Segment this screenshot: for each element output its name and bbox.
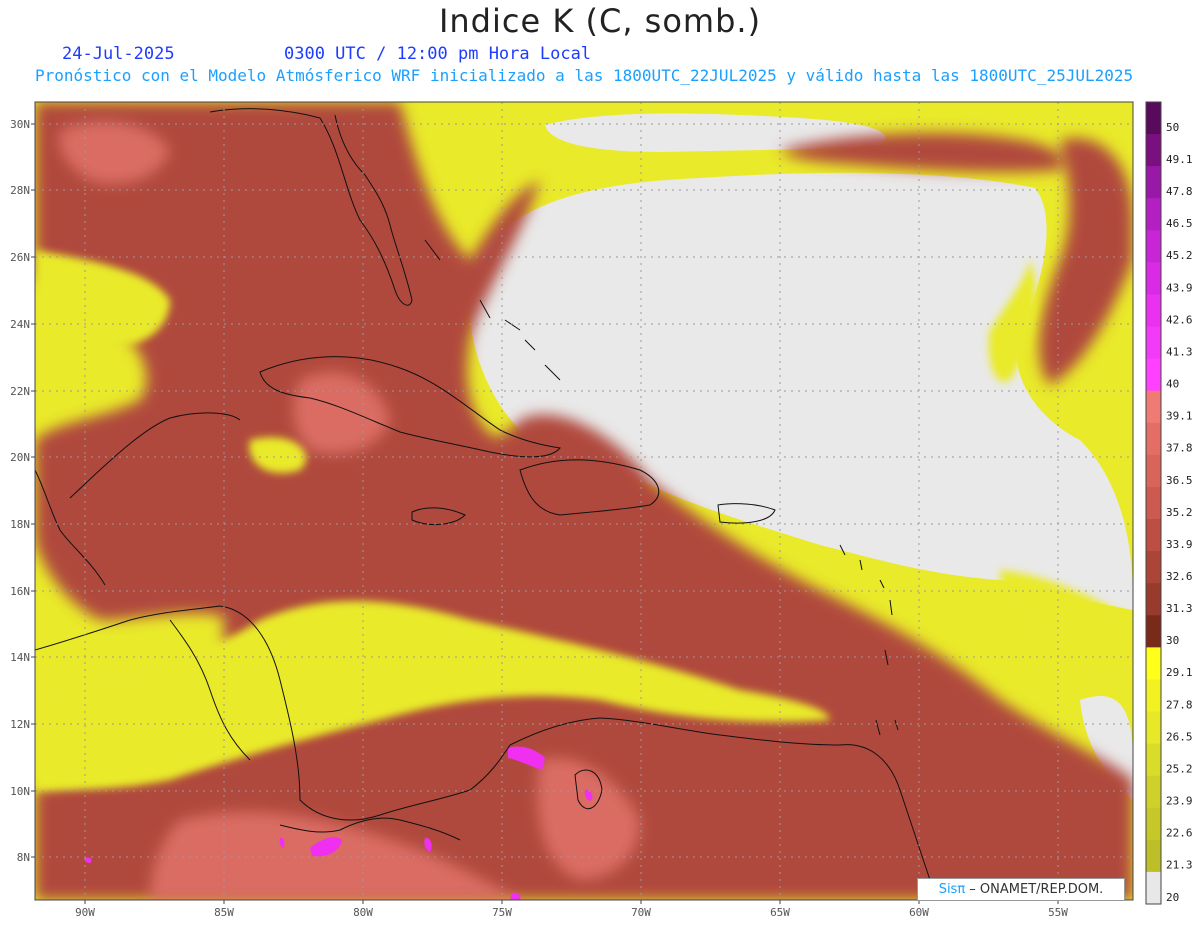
map-field [35, 102, 1133, 900]
colorbar-swatch [1146, 775, 1161, 809]
colorbar-swatch [1146, 230, 1161, 263]
colorbar-label: 42.6 [1166, 313, 1193, 326]
colorbar-label: 27.8 [1166, 698, 1193, 711]
colorbar-label: 40 [1166, 378, 1179, 391]
colorbar-label: 30 [1166, 634, 1179, 647]
colorbar-label: 31.3 [1166, 602, 1193, 615]
latitude-labels: 30N 28N 26N 24N 22N 20N 18N 16N 14N 12N 10N 8N [10, 118, 35, 864]
colorbar: 50 49.1 47.8 46.5 45.2 43.9 42.6 41.3 40 39.1 37.8… [1145, 101, 1193, 905]
colorbar-label: 47.8 [1166, 185, 1193, 198]
longitude-labels: 90W 85W 80W 75W 70W 65W 60W 55W [75, 900, 1068, 919]
lon-label: 90W [75, 906, 95, 919]
colorbar-swatch [1146, 551, 1161, 584]
colorbar-label: 35.2 [1166, 506, 1193, 519]
colorbar-swatch [1146, 422, 1161, 456]
credit-brand: Sisπ [938, 882, 966, 897]
colorbar-label: 49.1 [1166, 153, 1193, 166]
lat-label: 10N [10, 785, 30, 798]
colorbar-label: 50 [1166, 121, 1179, 134]
colorbar-label: 43.9 [1166, 281, 1193, 294]
colorbar-label: 37.8 [1166, 442, 1193, 455]
lon-label: 55W [1048, 906, 1068, 919]
colorbar-label: 26.5 [1166, 730, 1193, 743]
lat-label: 26N [10, 251, 30, 264]
credit-box: Sisπ – ONAMET/REP.DOM. [917, 878, 1125, 901]
colorbar-label: 20 [1166, 891, 1179, 904]
lon-label: 65W [770, 906, 790, 919]
colorbar-swatch [1146, 647, 1161, 680]
colorbar-swatch [1146, 198, 1161, 231]
colorbar-swatch [1146, 711, 1161, 745]
colorbar-swatch [1146, 166, 1161, 199]
colorbar-swatch [1146, 390, 1161, 424]
colorbar-label: 25.2 [1166, 762, 1193, 775]
colorbar-label: 33.9 [1166, 538, 1193, 551]
lat-label: 12N [10, 718, 30, 731]
colorbar-swatch [1146, 262, 1161, 295]
colorbar-swatch [1146, 839, 1161, 873]
colorbar-swatch [1146, 358, 1161, 392]
lat-label: 28N [10, 184, 30, 197]
lon-label: 70W [631, 906, 651, 919]
lat-label: 18N [10, 518, 30, 531]
colorbar-label: 32.6 [1166, 570, 1193, 583]
colorbar-swatch [1146, 615, 1161, 648]
colorbar-label: 29.1 [1166, 666, 1193, 679]
colorbar-swatch [1146, 326, 1161, 360]
colorbar-swatch [1146, 294, 1161, 328]
colorbar-label: 46.5 [1166, 217, 1193, 230]
lon-label: 60W [909, 906, 929, 919]
colorbar-swatch [1146, 743, 1161, 777]
lon-label: 80W [353, 906, 373, 919]
lon-label: 75W [492, 906, 512, 919]
lon-label: 85W [214, 906, 234, 919]
colorbar-label: 39.1 [1166, 410, 1193, 423]
lat-label: 8N [17, 851, 30, 864]
colorbar-swatch [1146, 134, 1161, 167]
colorbar-label: 22.6 [1166, 827, 1193, 840]
colorbar-label: 45.2 [1166, 249, 1193, 262]
lat-label: 30N [10, 118, 30, 131]
colorbar-swatch [1146, 486, 1161, 520]
colorbar-label: 36.5 [1166, 474, 1193, 487]
colorbar-swatch [1146, 871, 1161, 905]
colorbar-swatch [1146, 102, 1161, 135]
colorbar-label: 23.9 [1166, 795, 1193, 808]
lat-label: 16N [10, 585, 30, 598]
colorbar-swatch [1146, 519, 1161, 552]
colorbar-swatch [1146, 454, 1161, 488]
lat-label: 20N [10, 451, 30, 464]
lat-label: 14N [10, 651, 30, 664]
colorbar-swatch [1146, 583, 1161, 616]
colorbar-label: 41.3 [1166, 345, 1193, 358]
credit-text: – ONAMET/REP.DOM. [965, 882, 1104, 897]
colorbar-swatch [1146, 807, 1161, 841]
lat-label: 22N [10, 385, 30, 398]
k-index-map: 30N 28N 26N 24N 22N 20N 18N 16N 14N 12N 10N 8N 90W 8… [10, 101, 1193, 919]
colorbar-swatch [1146, 679, 1161, 713]
lat-label: 24N [10, 318, 30, 331]
colorbar-label: 21.3 [1166, 859, 1193, 872]
